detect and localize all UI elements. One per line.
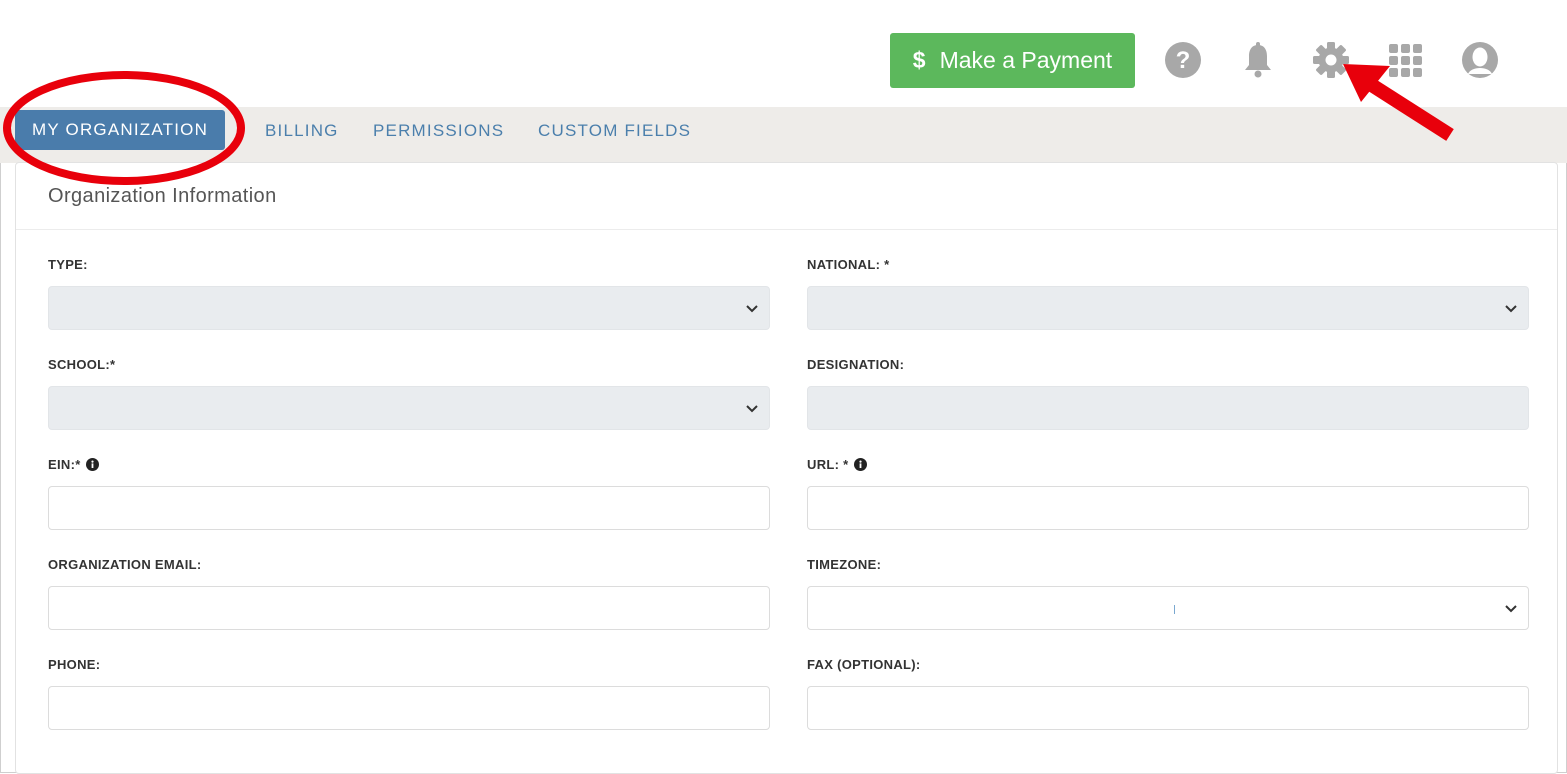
- info-icon[interactable]: [85, 458, 99, 471]
- phone-label: PHONE:: [48, 657, 101, 672]
- org-email-input[interactable]: [49, 587, 769, 629]
- chevron-down-icon: [746, 405, 758, 413]
- ein-field[interactable]: [48, 486, 770, 530]
- phone-field[interactable]: [48, 686, 770, 730]
- chevron-down-icon: [746, 305, 758, 313]
- tab-permissions[interactable]: PERMISSIONS: [373, 111, 504, 151]
- designation-field: [807, 386, 1529, 430]
- chevron-down-icon: [1505, 305, 1517, 313]
- settings-tab-bar: [0, 107, 1567, 163]
- info-icon[interactable]: [853, 458, 867, 471]
- timezone-select[interactable]: [807, 586, 1529, 630]
- national-label: NATIONAL: *: [807, 257, 890, 272]
- ein-label-text: EIN:*: [48, 457, 81, 472]
- apps-grid-icon[interactable]: [1386, 40, 1426, 80]
- organization-info-card: Organization Information TYPE: NATIONAL:…: [15, 162, 1558, 774]
- school-label: SCHOOL:*: [48, 357, 116, 372]
- phone-input[interactable]: [49, 687, 769, 729]
- url-label: URL: *: [807, 457, 867, 472]
- url-field[interactable]: [807, 486, 1529, 530]
- fax-label: FAX (OPTIONAL):: [807, 657, 921, 672]
- chevron-down-icon: [1505, 605, 1517, 613]
- ein-label: EIN:*: [48, 457, 99, 472]
- org-email-field[interactable]: [48, 586, 770, 630]
- user-avatar-icon[interactable]: [1460, 40, 1500, 80]
- gear-icon[interactable]: [1311, 40, 1351, 80]
- ein-input[interactable]: [49, 487, 769, 529]
- type-select[interactable]: [48, 286, 770, 330]
- svg-text:?: ?: [1176, 47, 1191, 74]
- fax-input[interactable]: [808, 687, 1528, 729]
- make-payment-button[interactable]: $ Make a Payment: [890, 33, 1135, 88]
- designation-input: [808, 387, 1528, 429]
- dollar-icon: $: [912, 47, 926, 73]
- school-select[interactable]: [48, 386, 770, 430]
- card-divider: [16, 229, 1557, 230]
- bell-icon[interactable]: [1238, 40, 1278, 80]
- tab-my-organization[interactable]: MY ORGANIZATION: [15, 110, 226, 150]
- designation-label: DESIGNATION:: [807, 357, 905, 372]
- type-label: TYPE:: [48, 257, 88, 272]
- org-email-label: ORGANIZATION EMAIL:: [48, 557, 202, 572]
- url-input[interactable]: [808, 487, 1528, 529]
- tab-custom-fields[interactable]: CUSTOM FIELDS: [538, 111, 691, 151]
- text-cursor: [1174, 605, 1175, 614]
- url-label-text: URL: *: [807, 457, 849, 472]
- timezone-label: TIMEZONE:: [807, 557, 882, 572]
- card-title: Organization Information: [48, 185, 277, 207]
- tab-billing[interactable]: BILLING: [265, 111, 339, 151]
- fax-field[interactable]: [807, 686, 1529, 730]
- national-select[interactable]: [807, 286, 1529, 330]
- help-icon[interactable]: ?: [1163, 40, 1203, 80]
- top-header: $ Make a Payment ?: [0, 0, 1567, 107]
- make-payment-label: Make a Payment: [939, 47, 1113, 73]
